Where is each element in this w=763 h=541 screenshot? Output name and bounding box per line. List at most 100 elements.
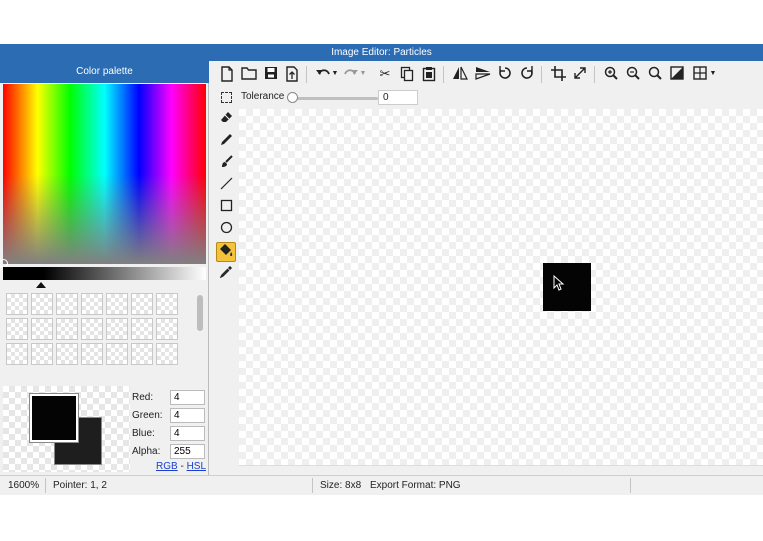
tolerance-slider-knob[interactable] (287, 92, 298, 103)
zoom-out-icon[interactable] (625, 66, 641, 82)
color-swatch[interactable] (106, 293, 128, 315)
hsl-mode-link[interactable]: HSL (187, 461, 206, 472)
tolerance-label: Tolerance (241, 91, 285, 102)
tolerance-slider[interactable] (292, 97, 378, 100)
new-file-icon[interactable] (219, 66, 235, 82)
export-icon[interactable] (284, 66, 300, 82)
blue-channel-row: Blue: (132, 424, 208, 442)
eraser-icon[interactable] (216, 110, 236, 130)
redo-dropdown-icon[interactable]: ▼ (359, 66, 367, 82)
main-toolbar: ▼ ▼ ✂ ▼ (212, 61, 763, 89)
red-channel-row: Red: (132, 388, 208, 406)
alpha-label: Alpha: (132, 445, 161, 457)
swatch-scrollbar-thumb[interactable] (197, 295, 203, 331)
copy-icon[interactable] (399, 66, 415, 82)
canvas-horizontal-scrollbar[interactable] (239, 465, 763, 475)
toolbar-separator (541, 66, 542, 83)
pencil-icon[interactable] (216, 132, 236, 152)
color-spectrum-picker[interactable] (0, 84, 206, 268)
color-swatch[interactable] (81, 293, 103, 315)
rotate-right-icon[interactable] (519, 66, 535, 82)
zoom-in-icon[interactable] (603, 66, 619, 82)
undo-icon[interactable] (315, 66, 331, 82)
color-mode-links: RGB - HSL (156, 461, 206, 472)
status-bar: 1600% Pointer: 1, 2 Size: 8x8 Export For… (0, 475, 763, 495)
status-separator (312, 478, 313, 493)
lightness-marker[interactable] (36, 282, 46, 288)
resize-icon[interactable] (572, 66, 588, 82)
color-swatch[interactable] (31, 318, 53, 340)
invert-icon[interactable] (669, 66, 685, 82)
flip-vertical-icon[interactable] (475, 66, 491, 82)
color-swatch[interactable] (81, 343, 103, 365)
color-swatch[interactable] (131, 293, 153, 315)
red-label: Red: (132, 391, 154, 403)
blue-input[interactable] (170, 425, 205, 441)
color-swatch[interactable] (31, 343, 53, 365)
color-swatch[interactable] (56, 343, 78, 365)
toolbar-separator (443, 66, 444, 83)
selection-icon[interactable] (221, 92, 232, 103)
mouse-cursor-icon (553, 275, 565, 291)
color-swatch[interactable] (56, 293, 78, 315)
color-swatch[interactable] (6, 343, 28, 365)
color-swatch[interactable] (156, 343, 178, 365)
brush-icon[interactable] (216, 154, 236, 174)
rotate-left-icon[interactable] (497, 66, 513, 82)
color-swatch[interactable] (31, 293, 53, 315)
flip-horizontal-icon[interactable] (452, 66, 468, 82)
eyedropper-icon[interactable] (216, 264, 236, 284)
grid-icon[interactable] (692, 66, 708, 82)
crop-icon[interactable] (550, 66, 566, 82)
window-title: Image Editor: Particles (0, 44, 763, 61)
red-input[interactable] (170, 389, 205, 405)
color-swatch[interactable] (131, 318, 153, 340)
lightness-slider[interactable] (3, 267, 206, 280)
cut-icon[interactable]: ✂ (377, 66, 393, 82)
green-label: Green: (132, 409, 163, 421)
redo-icon[interactable] (343, 66, 359, 82)
grid-dropdown-icon[interactable]: ▼ (709, 66, 717, 82)
undo-dropdown-icon[interactable]: ▼ (331, 66, 339, 82)
color-palette-panel: Color palette Red: Green: Blue: (0, 61, 209, 475)
color-swatch[interactable] (6, 318, 28, 340)
swatch-grid (6, 293, 188, 383)
color-swatch[interactable] (6, 293, 28, 315)
rgb-mode-link[interactable]: RGB (156, 461, 178, 472)
tool-options-bar: Tolerance 0 (212, 89, 763, 109)
fill-bucket-icon[interactable] (216, 242, 236, 262)
color-swatch[interactable] (156, 318, 178, 340)
status-separator (45, 478, 46, 493)
swatch-scrollbar[interactable] (196, 293, 204, 383)
color-swatch[interactable] (81, 318, 103, 340)
color-preview (3, 386, 130, 472)
color-swatch[interactable] (131, 343, 153, 365)
mode-separator: - (180, 461, 184, 472)
image-canvas[interactable] (239, 109, 763, 465)
paste-icon[interactable] (421, 66, 437, 82)
alpha-input[interactable] (170, 443, 205, 459)
alpha-channel-row: Alpha: (132, 442, 208, 460)
green-input[interactable] (170, 407, 205, 423)
primary-color-swatch[interactable] (29, 393, 79, 443)
color-swatch[interactable] (106, 318, 128, 340)
color-swatch[interactable] (56, 318, 78, 340)
rectangle-icon[interactable] (216, 198, 236, 218)
color-swatch[interactable] (156, 293, 178, 315)
color-channels: Red: Green: Blue: Alpha: (132, 388, 208, 460)
color-swatch[interactable] (106, 343, 128, 365)
tolerance-value-input[interactable]: 0 (378, 90, 418, 105)
open-folder-icon[interactable] (241, 66, 257, 82)
ellipse-icon[interactable] (216, 220, 236, 240)
image-pixels[interactable] (543, 263, 591, 311)
blue-label: Blue: (132, 427, 155, 439)
image-editor-window: Image Editor: Particles Color palette Re… (0, 44, 763, 495)
green-channel-row: Green: (132, 406, 208, 424)
toolbar-separator (594, 66, 595, 83)
toolbar-separator (306, 66, 307, 83)
save-icon[interactable] (263, 66, 279, 82)
export-format: Export Format: PNG (370, 480, 461, 491)
zoom-fit-icon[interactable] (647, 66, 663, 82)
zoom-level: 1600% (8, 480, 40, 491)
line-icon[interactable] (216, 176, 236, 196)
